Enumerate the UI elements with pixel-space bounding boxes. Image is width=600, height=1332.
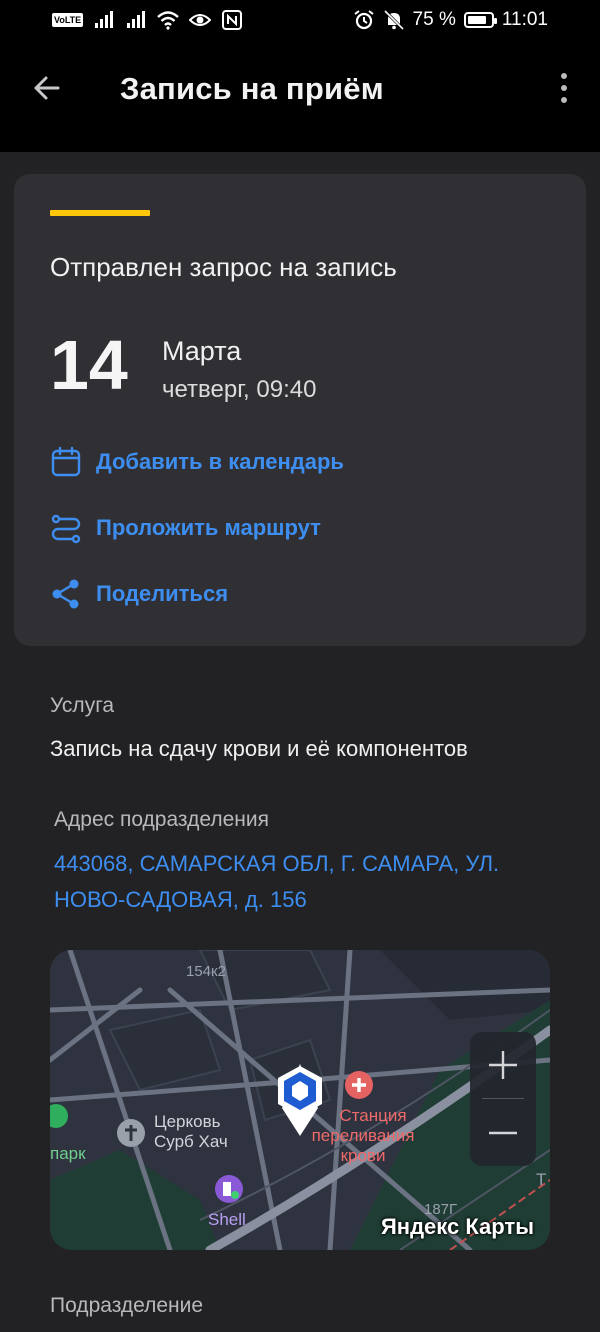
park-label: парк — [50, 1144, 86, 1163]
add-to-calendar-button[interactable]: Добавить в календарь — [50, 442, 344, 482]
hospital-icon — [345, 1071, 373, 1099]
church-label-1: Церковь — [154, 1112, 221, 1131]
division-label: Подразделение — [50, 1294, 204, 1317]
share-label: Поделиться — [96, 581, 229, 606]
back-button[interactable] — [28, 68, 68, 108]
signal-icon — [95, 11, 114, 28]
plus-icon — [489, 1051, 517, 1079]
volte-indicator: VoLTE — [52, 13, 84, 27]
status-accent-bar — [50, 210, 150, 216]
zoom-out-button[interactable] — [470, 1100, 536, 1166]
nfc-icon — [222, 10, 243, 30]
status-bar-left: VoLTE — [52, 10, 243, 30]
alarm-icon — [353, 10, 374, 30]
battery-icon — [463, 12, 497, 28]
status-bar-right: 75 % 11:01 — [353, 9, 548, 31]
address-label: Адрес подразделения — [54, 808, 269, 831]
minus-icon — [489, 1131, 517, 1135]
more-vertical-icon — [561, 73, 567, 79]
more-options-button[interactable] — [554, 70, 574, 106]
route-icon — [51, 514, 81, 544]
map-brand-logo[interactable]: Яндекс Карты — [381, 1214, 534, 1240]
service-label: Услуга — [50, 694, 115, 717]
clock: 11:01 — [501, 9, 548, 30]
battery-percent: 75 % — [412, 9, 456, 30]
appointment-card: Отправлен запрос на запись 14 Марта четв… — [14, 174, 586, 646]
fuel-station-icon — [215, 1175, 243, 1203]
app-bar: Запись на приём — [0, 40, 600, 140]
content-panel: Отправлен запрос на запись 14 Марта четв… — [0, 152, 600, 1332]
signal-icon-2 — [127, 11, 146, 28]
appointment-weekday-time: четверг, 09:40 — [162, 376, 317, 403]
build-route-label: Проложить маршрут — [96, 515, 321, 540]
building-label-top: 154к2 — [186, 963, 226, 980]
appointment-status: Отправлен запрос на запись — [50, 252, 397, 282]
eye-icon — [189, 14, 212, 26]
calendar-icon — [51, 446, 81, 477]
address-line-1: 443068, САМАРСКАЯ ОБЛ, Г. САМАРА, УЛ. — [54, 851, 500, 876]
church-label-2: Сурб Хач — [154, 1132, 228, 1151]
shell-label: Shell — [208, 1210, 246, 1229]
bell-off-icon — [383, 10, 404, 30]
park-pin-icon — [50, 1104, 68, 1128]
station-label-3: крови — [340, 1146, 386, 1165]
zoom-divider — [482, 1098, 524, 1099]
address-line-2: НОВО-САДОВАЯ, д. 156 — [54, 887, 307, 912]
build-route-button[interactable]: Проложить маршрут — [50, 508, 321, 548]
wifi-icon — [157, 11, 179, 30]
road-label: Т — [536, 1170, 547, 1189]
zoom-in-button[interactable] — [470, 1032, 536, 1098]
status-bar: VoLTE 75 % 11:01 — [0, 0, 600, 40]
arrow-left-icon — [34, 76, 60, 100]
map-view[interactable]: парк 154к2 Церковь Сурб Хач Станция пере… — [50, 950, 550, 1250]
zoom-controls — [470, 1032, 536, 1166]
station-label-1: Станция — [339, 1106, 407, 1125]
address-link[interactable]: 443068, САМАРСКАЯ ОБЛ, Г. САМАРА, УЛ. НО… — [54, 846, 554, 918]
appointment-month: Марта — [162, 336, 242, 366]
page-title: Запись на приём — [120, 71, 384, 106]
share-button[interactable]: Поделиться — [50, 574, 228, 614]
add-to-calendar-label: Добавить в календарь — [96, 449, 344, 474]
appointment-day: 14 — [50, 326, 128, 404]
share-icon — [52, 579, 79, 609]
church-icon — [117, 1119, 145, 1147]
location-pin-icon — [278, 1064, 322, 1136]
service-value: Запись на сдачу крови и её компонентов — [50, 736, 468, 761]
